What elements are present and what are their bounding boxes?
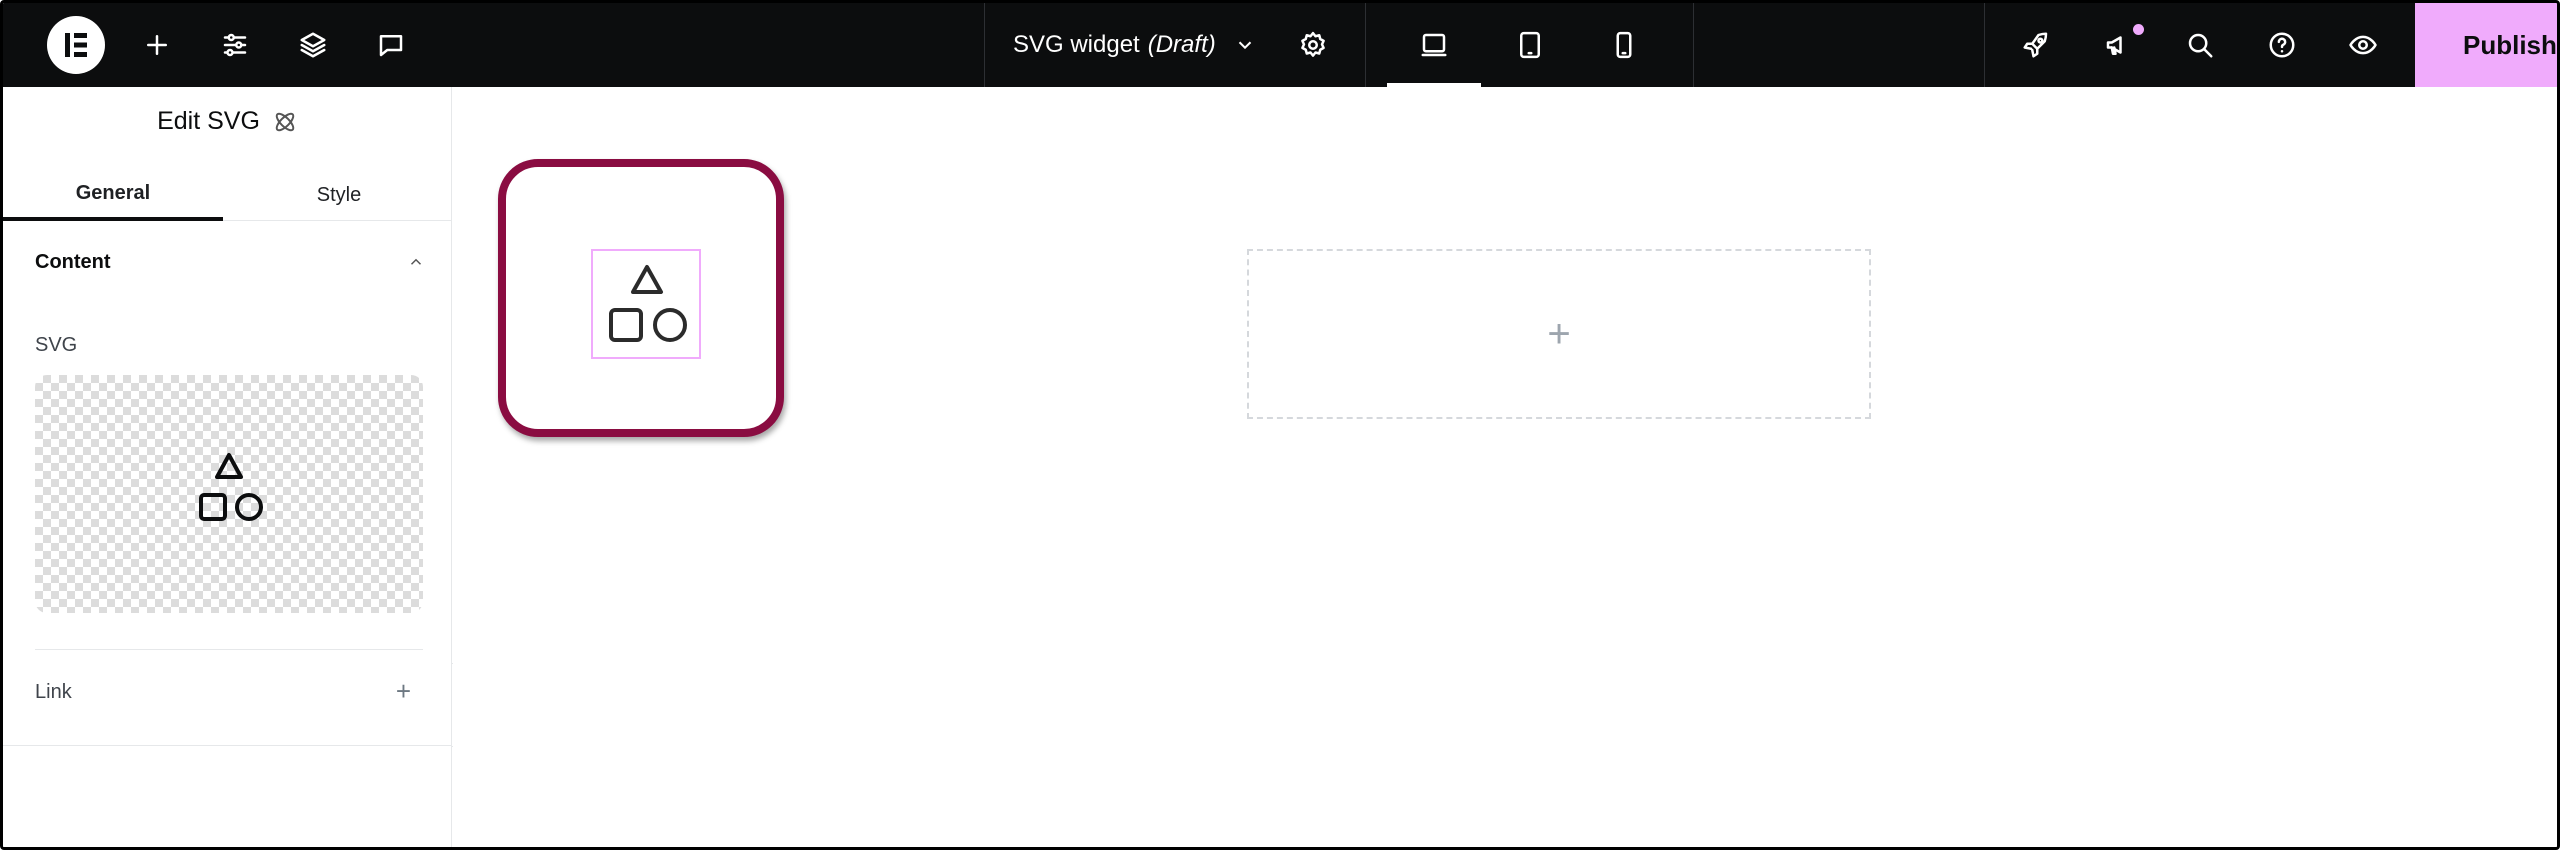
svg-media-picker[interactable] (35, 375, 423, 613)
editor-window: SVG widget (Draft) Publish Edit SVG Gene… (0, 0, 2560, 850)
notification-dot (2133, 24, 2144, 35)
help-icon[interactable] (2258, 3, 2306, 87)
atomic-widget-icon (275, 112, 295, 131)
document-title-dropdown[interactable]: SVG widget (Draft) (1013, 3, 1256, 87)
desktop-view-icon[interactable] (1410, 3, 1458, 87)
tab-style[interactable]: Style (229, 169, 449, 221)
divider (1984, 3, 1985, 87)
divider (1693, 3, 1694, 87)
shapes-icon (609, 265, 687, 342)
divider (35, 649, 423, 650)
add-section-icon[interactable]: + (1547, 314, 1570, 354)
svg-field-label: SVG (35, 334, 78, 356)
top-bar: SVG widget (Draft) Publish (3, 3, 2557, 87)
divider (3, 745, 452, 746)
add-element-icon[interactable] (133, 3, 181, 87)
shapes-icon (199, 453, 263, 521)
elementor-logo-icon[interactable] (47, 16, 105, 74)
svg-widget[interactable] (591, 249, 701, 359)
mobile-view-icon[interactable] (1600, 3, 1648, 87)
panel-title: Edit SVG (157, 107, 260, 135)
comments-icon[interactable] (367, 3, 415, 87)
preview-icon[interactable] (2339, 3, 2387, 87)
link-label: Link (35, 681, 72, 703)
rocket-icon[interactable] (2012, 3, 2060, 87)
document-title: SVG widget (1013, 31, 1140, 58)
chevron-up-icon (407, 253, 425, 271)
divider (1365, 3, 1366, 87)
structure-icon[interactable] (289, 3, 337, 87)
add-section-dropzone[interactable]: + (1247, 249, 1871, 419)
content-section-toggle[interactable]: Content (35, 251, 425, 274)
document-status: (Draft) (1147, 31, 1216, 58)
whats-new-icon[interactable] (2094, 3, 2142, 87)
divider (984, 3, 985, 87)
tab-general[interactable]: General (3, 169, 223, 221)
link-control[interactable]: Link + (35, 678, 423, 704)
chevron-down-icon (1238, 41, 1251, 50)
panel-header: Edit SVG (3, 107, 452, 136)
editor-panel: Edit SVG General Style Content SVG Link … (3, 87, 452, 847)
panel-tabs: General Style (3, 169, 452, 221)
tablet-view-icon[interactable] (1506, 3, 1554, 87)
content-section-label: Content (35, 251, 111, 273)
site-settings-icon[interactable] (211, 3, 259, 87)
add-link-icon[interactable]: + (396, 678, 411, 704)
page-settings-gear-icon[interactable] (1289, 3, 1337, 87)
publish-button[interactable]: Publish (2415, 3, 2557, 87)
search-icon[interactable] (2176, 3, 2224, 87)
